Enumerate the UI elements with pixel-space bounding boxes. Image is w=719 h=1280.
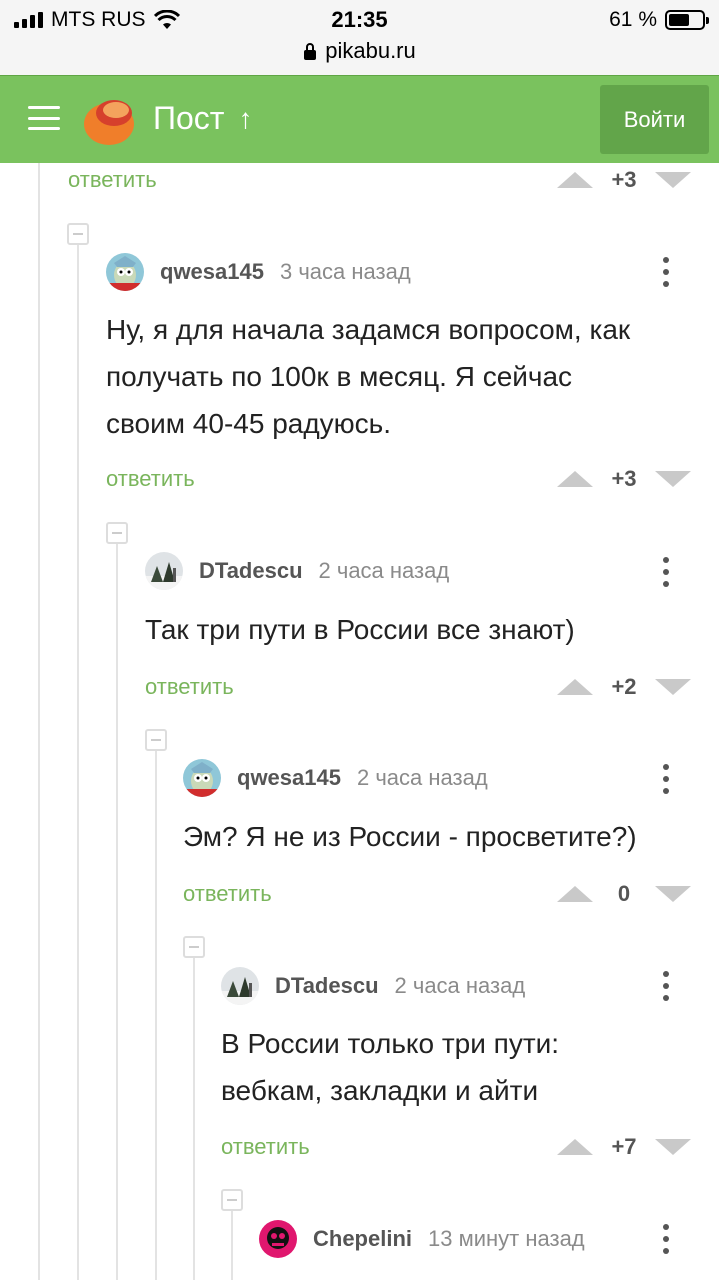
downvote-icon[interactable] bbox=[655, 471, 691, 487]
lock-icon bbox=[304, 43, 317, 60]
score: +7 bbox=[611, 1134, 637, 1159]
login-button[interactable]: Войти bbox=[600, 85, 709, 154]
comment-line: В России только три пути: bbox=[221, 1028, 560, 1059]
comment-header: qwesa145 3 часа назад bbox=[106, 252, 411, 292]
upvote-icon[interactable] bbox=[557, 1139, 593, 1155]
thread-line bbox=[116, 544, 118, 1280]
thread-line bbox=[231, 1211, 233, 1280]
collapse-toggle[interactable] bbox=[221, 1189, 243, 1211]
upvote-icon[interactable] bbox=[557, 886, 593, 902]
page-title-text: Пост bbox=[153, 100, 225, 136]
comment-author[interactable]: DTadescu bbox=[275, 973, 379, 999]
comment-author[interactable]: Chepelini bbox=[313, 1226, 412, 1252]
thread-line bbox=[193, 958, 195, 1280]
comment-line: Так три пути в России все знают) bbox=[145, 614, 575, 645]
battery-icon bbox=[665, 10, 709, 30]
reply-link[interactable]: ответить bbox=[106, 466, 195, 492]
reply-link[interactable]: ответить bbox=[183, 881, 272, 907]
page-title: Пост ↑ bbox=[153, 100, 252, 137]
score: +2 bbox=[611, 674, 637, 699]
comment-text: Ну, я для начала задамся вопросом, как п… bbox=[106, 306, 630, 447]
comment-text: Эм? Я не из России - просветите?) bbox=[183, 813, 637, 860]
vote-controls: +3 bbox=[557, 165, 691, 195]
comment-line: получать по 100к в месяц. Я сейчас bbox=[106, 361, 573, 392]
more-options-icon[interactable] bbox=[661, 764, 671, 794]
comment-author[interactable]: qwesa145 bbox=[237, 765, 341, 791]
comment-header: Chepelini 13 минут назад bbox=[259, 1219, 585, 1259]
thread-line bbox=[77, 245, 79, 1280]
downvote-icon[interactable] bbox=[655, 172, 691, 188]
avatar[interactable] bbox=[106, 253, 144, 291]
site-header: Пост ↑ Войти bbox=[0, 75, 719, 163]
comment-time: 3 часа назад bbox=[279, 259, 411, 284]
reply-link[interactable]: ответить bbox=[145, 674, 234, 700]
upvote-icon[interactable] bbox=[557, 172, 593, 188]
downvote-icon[interactable] bbox=[655, 1139, 691, 1155]
vote-controls: +7 bbox=[557, 1132, 691, 1162]
comment-line: вебкам, закладки и айти bbox=[221, 1075, 539, 1106]
avatar[interactable] bbox=[259, 1220, 297, 1258]
more-options-icon[interactable] bbox=[661, 557, 671, 587]
collapse-toggle[interactable] bbox=[183, 936, 205, 958]
thread-line bbox=[155, 751, 157, 1280]
downvote-icon[interactable] bbox=[655, 679, 691, 695]
vote-controls: +3 bbox=[557, 464, 691, 494]
address-bar[interactable]: pikabu.ru bbox=[0, 38, 719, 64]
more-options-icon[interactable] bbox=[661, 971, 671, 1001]
avatar[interactable] bbox=[221, 967, 259, 1005]
score: 0 bbox=[617, 881, 631, 906]
comment-text: В России только три пути: вебкам, заклад… bbox=[221, 1020, 559, 1114]
vote-controls: +2 bbox=[557, 672, 691, 702]
comment-header: DTadescu 2 часа назад bbox=[145, 551, 449, 591]
collapse-toggle[interactable] bbox=[67, 223, 89, 245]
collapse-toggle[interactable] bbox=[106, 522, 128, 544]
comment-header: DTadescu 2 часа назад bbox=[221, 966, 525, 1006]
more-options-icon[interactable] bbox=[661, 1224, 671, 1254]
score: +3 bbox=[611, 466, 637, 491]
upvote-icon[interactable] bbox=[557, 471, 593, 487]
comment-line: своим 40-45 радуюсь. bbox=[106, 408, 392, 439]
collapse-toggle[interactable] bbox=[145, 729, 167, 751]
avatar[interactable] bbox=[145, 552, 183, 590]
comment-author[interactable]: DTadescu bbox=[199, 558, 303, 584]
comments-thread: ответить +3 qwesa145 3 часа назад Ну, я … bbox=[0, 163, 719, 1280]
comment-text: Так три пути в России все знают) bbox=[145, 606, 575, 653]
menu-icon[interactable] bbox=[28, 106, 60, 130]
comment-line: Эм? Я не из России - просветите?) bbox=[183, 821, 637, 852]
upvote-icon[interactable] bbox=[557, 679, 593, 695]
comment-header: qwesa145 2 часа назад bbox=[183, 758, 488, 798]
pikabu-logo[interactable] bbox=[82, 93, 136, 147]
avatar[interactable] bbox=[183, 759, 221, 797]
thread-line bbox=[38, 163, 40, 1280]
score: +3 bbox=[611, 167, 637, 192]
reply-link[interactable]: ответить bbox=[68, 167, 157, 193]
comment-time: 2 часа назад bbox=[394, 973, 526, 998]
downvote-icon[interactable] bbox=[655, 886, 691, 902]
more-options-icon[interactable] bbox=[661, 257, 671, 287]
reply-link[interactable]: ответить bbox=[221, 1134, 310, 1160]
comment-time: 13 минут назад bbox=[428, 1226, 585, 1251]
url-text: pikabu.ru bbox=[325, 38, 416, 63]
battery-percent: 61 % bbox=[609, 8, 657, 31]
vote-controls: 0 bbox=[557, 879, 691, 909]
comment-time: 2 часа назад bbox=[318, 558, 450, 583]
battery-status: 61 % bbox=[609, 8, 709, 32]
scroll-up-icon[interactable]: ↑ bbox=[238, 103, 252, 135]
comment-time: 2 часа назад bbox=[356, 765, 488, 790]
comment-line: Ну, я для начала задамся вопросом, как bbox=[106, 314, 631, 345]
comment-author[interactable]: qwesa145 bbox=[160, 259, 264, 285]
status-bar: MTS RUS 21:35 61 % pikabu.ru bbox=[0, 0, 719, 75]
